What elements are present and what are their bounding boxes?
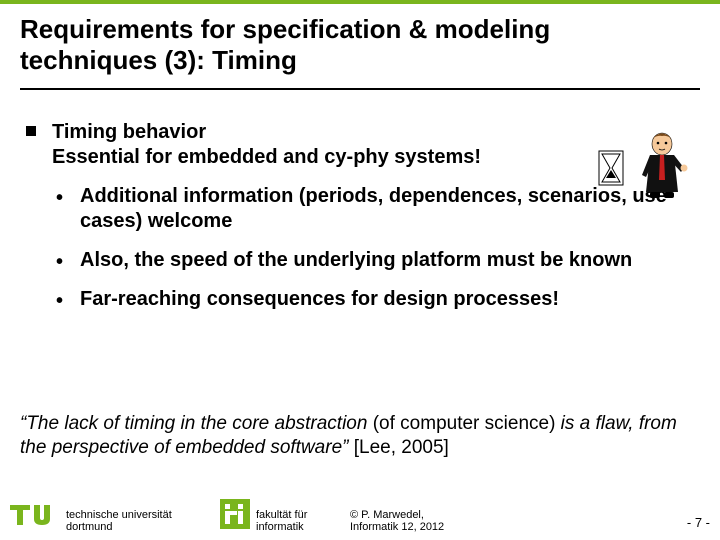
fac-line2: informatik bbox=[256, 521, 304, 533]
copy-line2: Informatik 12, 2012 bbox=[350, 521, 444, 533]
slide-footer: technische universität dortmund fakultät… bbox=[0, 496, 720, 540]
slide-title-block: Requirements for specification & modelin… bbox=[20, 14, 660, 75]
bullet-level2-item: • Also, the speed of the underlying plat… bbox=[20, 248, 700, 273]
dot-bullet-icon: • bbox=[56, 188, 63, 208]
quote-block: “The lack of timing in the core abstract… bbox=[20, 412, 700, 460]
title-underline bbox=[20, 88, 700, 90]
bullet-sub3: Far-reaching consequences for design pro… bbox=[80, 287, 700, 312]
tu-logo-icon bbox=[8, 499, 60, 534]
bullet-level2-item: • Additional information (periods, depen… bbox=[20, 184, 700, 234]
faculty-name: fakultät für informatik bbox=[256, 509, 307, 534]
bullet-sub1: Additional information (periods, depende… bbox=[80, 184, 700, 234]
bullet-main-line2: Essential for embedded and cy-phy system… bbox=[52, 146, 481, 168]
bullet-level2-item: • Far-reaching consequences for design p… bbox=[20, 287, 700, 312]
dot-bullet-icon: • bbox=[56, 291, 63, 311]
university-name: technische universität dortmund bbox=[66, 509, 172, 534]
slide-title: Requirements for specification & modelin… bbox=[20, 14, 660, 75]
copyright-text: © P. Marwedel, Informatik 12, 2012 bbox=[350, 509, 444, 534]
bullet-main-line1: Timing behavior bbox=[52, 121, 206, 143]
businessman-clipart-icon bbox=[632, 130, 692, 200]
quote-part2: (of computer science) bbox=[373, 413, 556, 434]
quote-part1: “The lack of timing in the core abstract… bbox=[20, 413, 373, 434]
accent-top-rule bbox=[0, 0, 720, 4]
uni-line1: technische universität bbox=[66, 509, 172, 521]
bullet-sub2: Also, the speed of the underlying platfo… bbox=[80, 248, 700, 273]
copy-line1: © P. Marwedel, bbox=[350, 509, 424, 521]
hourglass-icon bbox=[598, 150, 624, 186]
square-bullet-icon bbox=[26, 126, 36, 136]
fac-line1: fakultät für bbox=[256, 509, 307, 521]
quote-cite: [Lee, 2005] bbox=[348, 437, 448, 458]
page-number: - 7 - bbox=[687, 515, 710, 530]
fi-logo-icon bbox=[220, 499, 250, 534]
dot-bullet-icon: • bbox=[56, 252, 63, 272]
uni-line2: dortmund bbox=[66, 521, 112, 533]
